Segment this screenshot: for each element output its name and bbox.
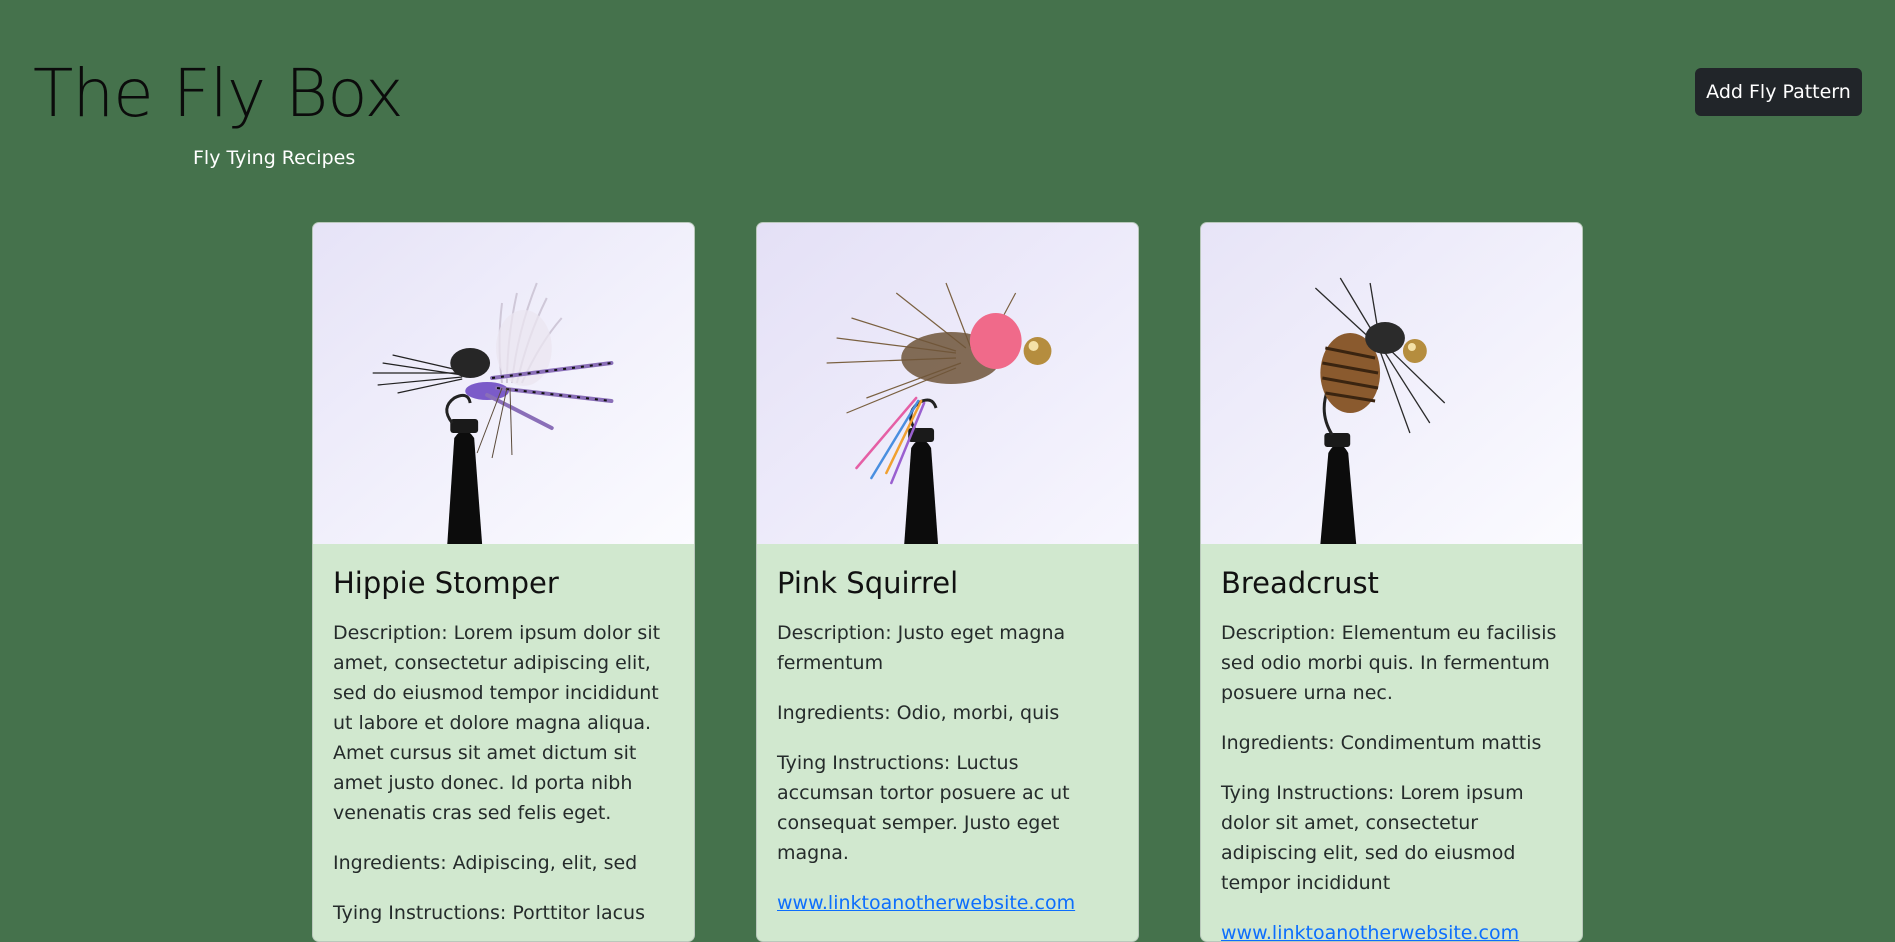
pink-squirrel-image — [757, 223, 1138, 544]
breadcrust-image — [1201, 223, 1582, 544]
fly-card-hippie-stomper: Hippie Stomper Description: Lorem ipsum … — [312, 222, 695, 942]
site-subtitle: Fly Tying Recipes — [193, 147, 356, 169]
card-description: Description: Elementum eu facilisis sed … — [1221, 622, 1557, 704]
card-external-link[interactable]: www.linktoanotherwebsite.com — [1221, 922, 1519, 941]
card-instructions: Tying Instructions: Luctus accumsan tort… — [777, 752, 1070, 864]
card-title: Pink Squirrel — [777, 566, 959, 600]
card-description: Description: Justo eget magna fermentum — [777, 622, 1066, 674]
card-instructions: Tying Instructions: Porttitor lacus — [333, 902, 645, 924]
card-title: Hippie Stomper — [333, 566, 559, 600]
card-external-link[interactable]: www.linktoanotherwebsite.com — [777, 892, 1075, 914]
card-ingredients: Ingredients: Odio, morbi, quis — [777, 702, 1060, 724]
fly-card-pink-squirrel: Pink Squirrel Description: Justo eget ma… — [756, 222, 1139, 942]
site-title: The Fly Box — [33, 55, 404, 132]
add-fly-pattern-button[interactable]: Add Fly Pattern — [1695, 68, 1862, 116]
fly-card-breadcrust: Breadcrust Description: Elementum eu fac… — [1200, 222, 1583, 942]
card-title: Breadcrust — [1221, 566, 1379, 600]
hippie-stomper-image — [313, 223, 694, 544]
card-description: Description: Lorem ipsum dolor sit amet,… — [333, 622, 661, 824]
card-instructions: Tying Instructions: Lorem ipsum dolor si… — [1221, 782, 1524, 894]
card-ingredients: Ingredients: Adipiscing, elit, sed — [333, 852, 638, 874]
card-ingredients: Ingredients: Condimentum mattis — [1221, 732, 1542, 754]
